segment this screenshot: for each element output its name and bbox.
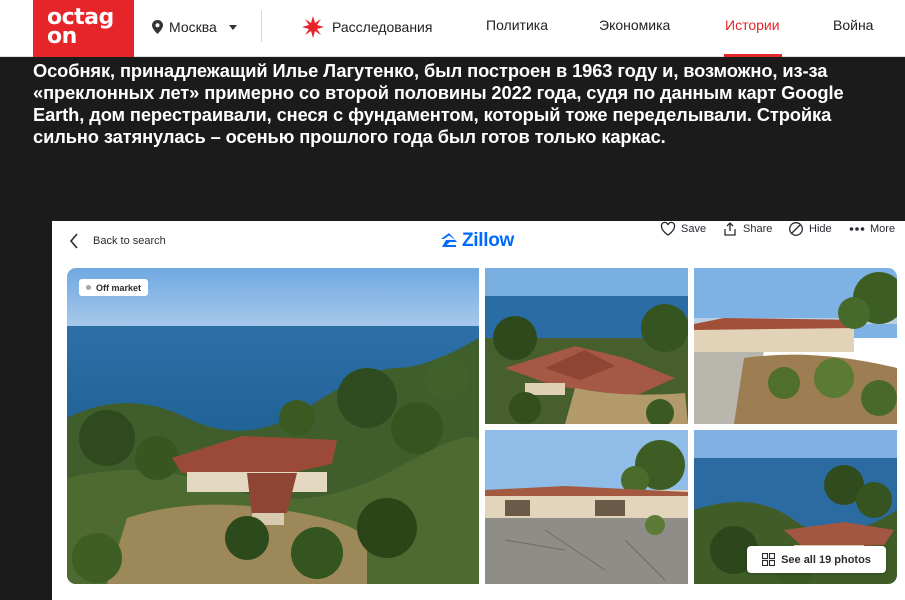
share-label: Share [743,223,773,235]
see-all-label: See all 19 photos [781,553,871,566]
driveway-image [485,430,688,584]
listing-photo-3[interactable] [694,268,897,424]
share-icon [724,222,736,236]
nav-item-economy[interactable]: Экономика [599,17,670,37]
back-to-search-link[interactable]: Back to search [69,233,166,249]
more-dots-icon [849,227,865,231]
save-label: Save [681,223,707,235]
listing-photo-4[interactable] [485,430,688,584]
see-all-photos-button[interactable]: See all 19 photos [747,546,886,573]
hide-label: Hide [809,223,832,235]
save-button[interactable]: Save [660,221,706,237]
city-selector[interactable]: Москва [152,17,237,37]
zillow-logo[interactable]: Zillow [440,230,514,252]
zillow-listing-screenshot: Back to search Zillow Save Share Hide Mo… [52,221,905,600]
status-dot-icon [86,285,91,290]
share-button[interactable]: Share [722,221,772,237]
nav-label-investigations: Расследования [332,18,433,35]
roof-aerial-image [485,268,688,424]
status-badge: Off market [79,279,149,296]
more-button[interactable]: More [849,221,895,237]
nav-item-war[interactable]: Война [833,17,873,37]
hide-icon [789,222,803,236]
main-listing-photo[interactable]: Off market [67,268,479,584]
back-label: Back to search [93,235,166,247]
more-label: More [870,223,896,235]
site-logo[interactable]: octag on [33,0,134,57]
active-nav-indicator [724,54,782,57]
hide-button[interactable]: Hide [788,221,832,237]
aerial-house-image [67,268,479,584]
nav-item-investigations[interactable]: Расследования [302,16,433,38]
article-paragraph: Особняк, принадлежащий Илье Лагутенко, б… [33,60,844,147]
city-label: Москва [169,19,217,35]
chevron-left-icon [69,233,78,249]
location-pin-icon [152,20,163,34]
nav-item-politics[interactable]: Политика [486,17,548,37]
heart-icon [660,221,676,236]
listing-photo-2[interactable] [485,268,688,424]
status-badge-label: Off market [96,282,142,293]
burst-icon [302,16,324,38]
header-divider [261,10,262,42]
nav-item-stories[interactable]: Истории [725,17,780,37]
house-front-image [694,268,897,424]
grid-icon [762,553,776,566]
zillow-logo-icon [441,233,457,247]
zillow-brand: Zillow [462,230,515,251]
site-header: octag on Москва Расследования Политика Э… [0,0,905,57]
chevron-down-icon [228,24,237,30]
